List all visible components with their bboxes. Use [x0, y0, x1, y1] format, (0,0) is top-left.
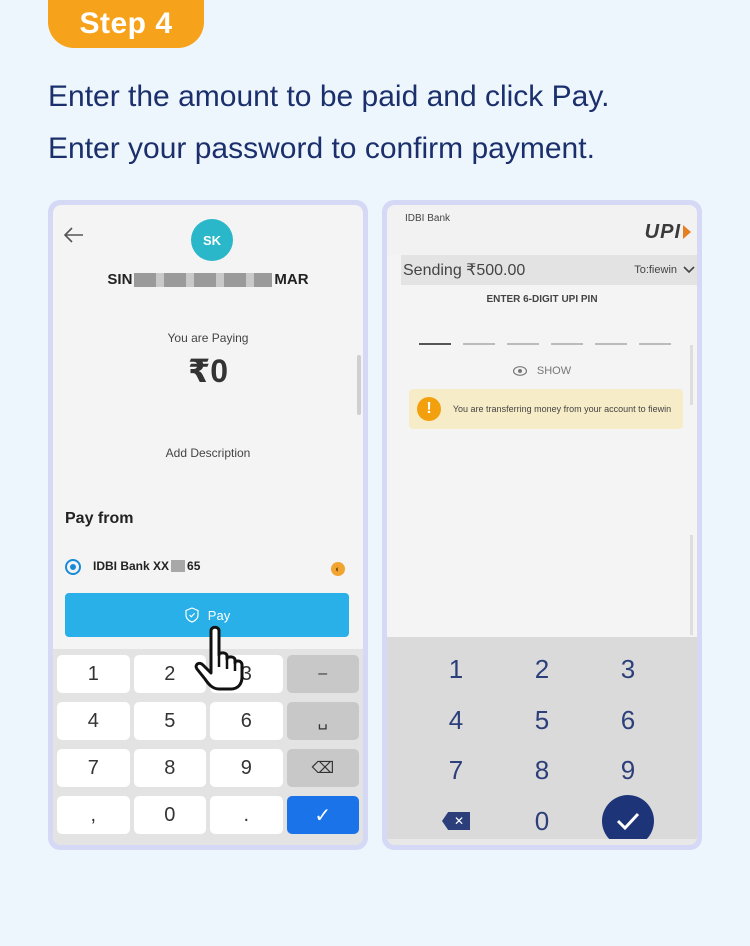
scrollbar[interactable] — [357, 355, 361, 415]
pin-digit-slot — [551, 343, 583, 345]
payee-name-suffix: MAR — [274, 271, 309, 288]
checkmark-icon — [602, 795, 654, 845]
payment-screen: SK SIN MAR You are Paying ₹0 Add Descrip… — [53, 205, 363, 845]
amount-input[interactable]: ₹0 — [53, 352, 363, 390]
payee-name: SIN MAR — [53, 271, 363, 288]
bank-radio[interactable] — [65, 559, 81, 575]
step-badge: Step 4 — [48, 0, 204, 48]
eye-icon — [512, 366, 527, 376]
key-0[interactable]: 0 — [133, 796, 206, 834]
key-comma[interactable]: , — [57, 796, 130, 834]
scrollbar[interactable] — [690, 535, 693, 635]
redacted-block — [134, 272, 273, 287]
pin-key-4[interactable]: 4 — [413, 700, 499, 741]
pin-key-6[interactable]: 6 — [585, 700, 671, 741]
pin-digit-slot — [639, 343, 671, 345]
key-4[interactable]: 4 — [57, 702, 130, 740]
pin-title: ENTER 6-DIGIT UPI PIN — [486, 294, 598, 305]
bank-logo-icon: ◐ — [331, 562, 345, 576]
upi-header: IDBI Bank UPI — [387, 205, 697, 255]
redacted-block — [171, 560, 186, 572]
paying-label: You are Paying — [167, 331, 249, 345]
pin-key-1[interactable]: 1 — [413, 649, 499, 690]
payment-screenshot-frame: SK SIN MAR You are Paying ₹0 Add Descrip… — [48, 200, 368, 850]
key-backspace[interactable]: ⌫ — [286, 749, 359, 787]
back-arrow-icon[interactable] — [63, 225, 85, 245]
pin-key-3[interactable]: 3 — [585, 649, 671, 690]
pin-digit-slot — [595, 343, 627, 345]
bottom-bar — [387, 839, 697, 845]
pin-key-7[interactable]: 7 — [413, 750, 499, 791]
instruction-line-1: Enter the amount to be paid and click Pa… — [48, 80, 610, 113]
key-5[interactable]: 5 — [133, 702, 206, 740]
pin-digit-slot — [463, 343, 495, 345]
upi-logo: UPI — [644, 221, 692, 243]
recipient-dropdown[interactable]: To:fiewin — [634, 264, 695, 276]
recipient-label: To:fiewin — [634, 264, 677, 276]
backspace-icon: ✕ — [442, 812, 470, 830]
pin-keypad: 1 2 3 4 5 6 7 8 9 ✕ 0 — [387, 637, 697, 845]
pin-digit-slot — [507, 343, 539, 345]
bank-account[interactable]: IDBI Bank XX 65 — [93, 559, 200, 573]
pin-key-8[interactable]: 8 — [499, 750, 585, 791]
chevron-down-icon — [683, 266, 695, 274]
pin-digit-slot — [419, 343, 451, 345]
pay-from-heading: Pay from — [65, 510, 134, 527]
warning-text: You are transferring money from your acc… — [452, 403, 672, 414]
warning-icon: ! — [417, 397, 441, 421]
upi-pin-screenshot-frame: IDBI Bank UPI Sending ₹500.00 To:fiewin … — [382, 200, 702, 850]
payee-name-prefix: SIN — [107, 271, 133, 288]
pin-key-5[interactable]: 5 — [499, 700, 585, 741]
key-6[interactable]: 6 — [210, 702, 283, 740]
instruction-line-2: Enter your password to confirm payment. — [48, 132, 595, 165]
key-dot[interactable]: . — [210, 796, 283, 834]
pin-backspace-button[interactable]: ✕ — [413, 801, 499, 842]
key-9[interactable]: 9 — [210, 749, 283, 787]
pay-button-label: Pay — [207, 607, 231, 623]
pin-input[interactable] — [419, 343, 671, 345]
sending-amount: Sending ₹500.00 — [403, 262, 526, 279]
bank-name: IDBI Bank — [405, 213, 451, 224]
key-space[interactable]: ␣ — [286, 702, 359, 740]
pin-submit-button[interactable] — [585, 795, 671, 845]
bank-account-suffix: 65 — [187, 559, 201, 573]
pin-key-0[interactable]: 0 — [499, 801, 585, 842]
upi-pin-screen: IDBI Bank UPI Sending ₹500.00 To:fiewin … — [387, 205, 697, 845]
add-description-link[interactable]: Add Description — [53, 446, 363, 460]
key-done[interactable]: ✓ — [286, 796, 359, 834]
scrollbar[interactable] — [690, 345, 693, 405]
key-minus[interactable]: – — [286, 655, 359, 693]
bank-account-prefix: IDBI Bank XX — [93, 559, 170, 573]
pin-key-2[interactable]: 2 — [499, 649, 585, 690]
show-label: SHOW — [536, 365, 572, 377]
show-pin-toggle[interactable]: SHOW — [387, 365, 697, 377]
pin-key-9[interactable]: 9 — [585, 750, 671, 791]
sending-summary: Sending ₹500.00 To:fiewin — [401, 255, 697, 285]
transfer-warning: ! You are transferring money from your a… — [409, 389, 683, 429]
avatar: SK — [191, 219, 233, 261]
key-7[interactable]: 7 — [57, 749, 130, 787]
key-8[interactable]: 8 — [133, 749, 206, 787]
key-1[interactable]: 1 — [57, 655, 130, 693]
tap-hand-icon — [194, 625, 244, 691]
shield-icon — [185, 607, 199, 623]
